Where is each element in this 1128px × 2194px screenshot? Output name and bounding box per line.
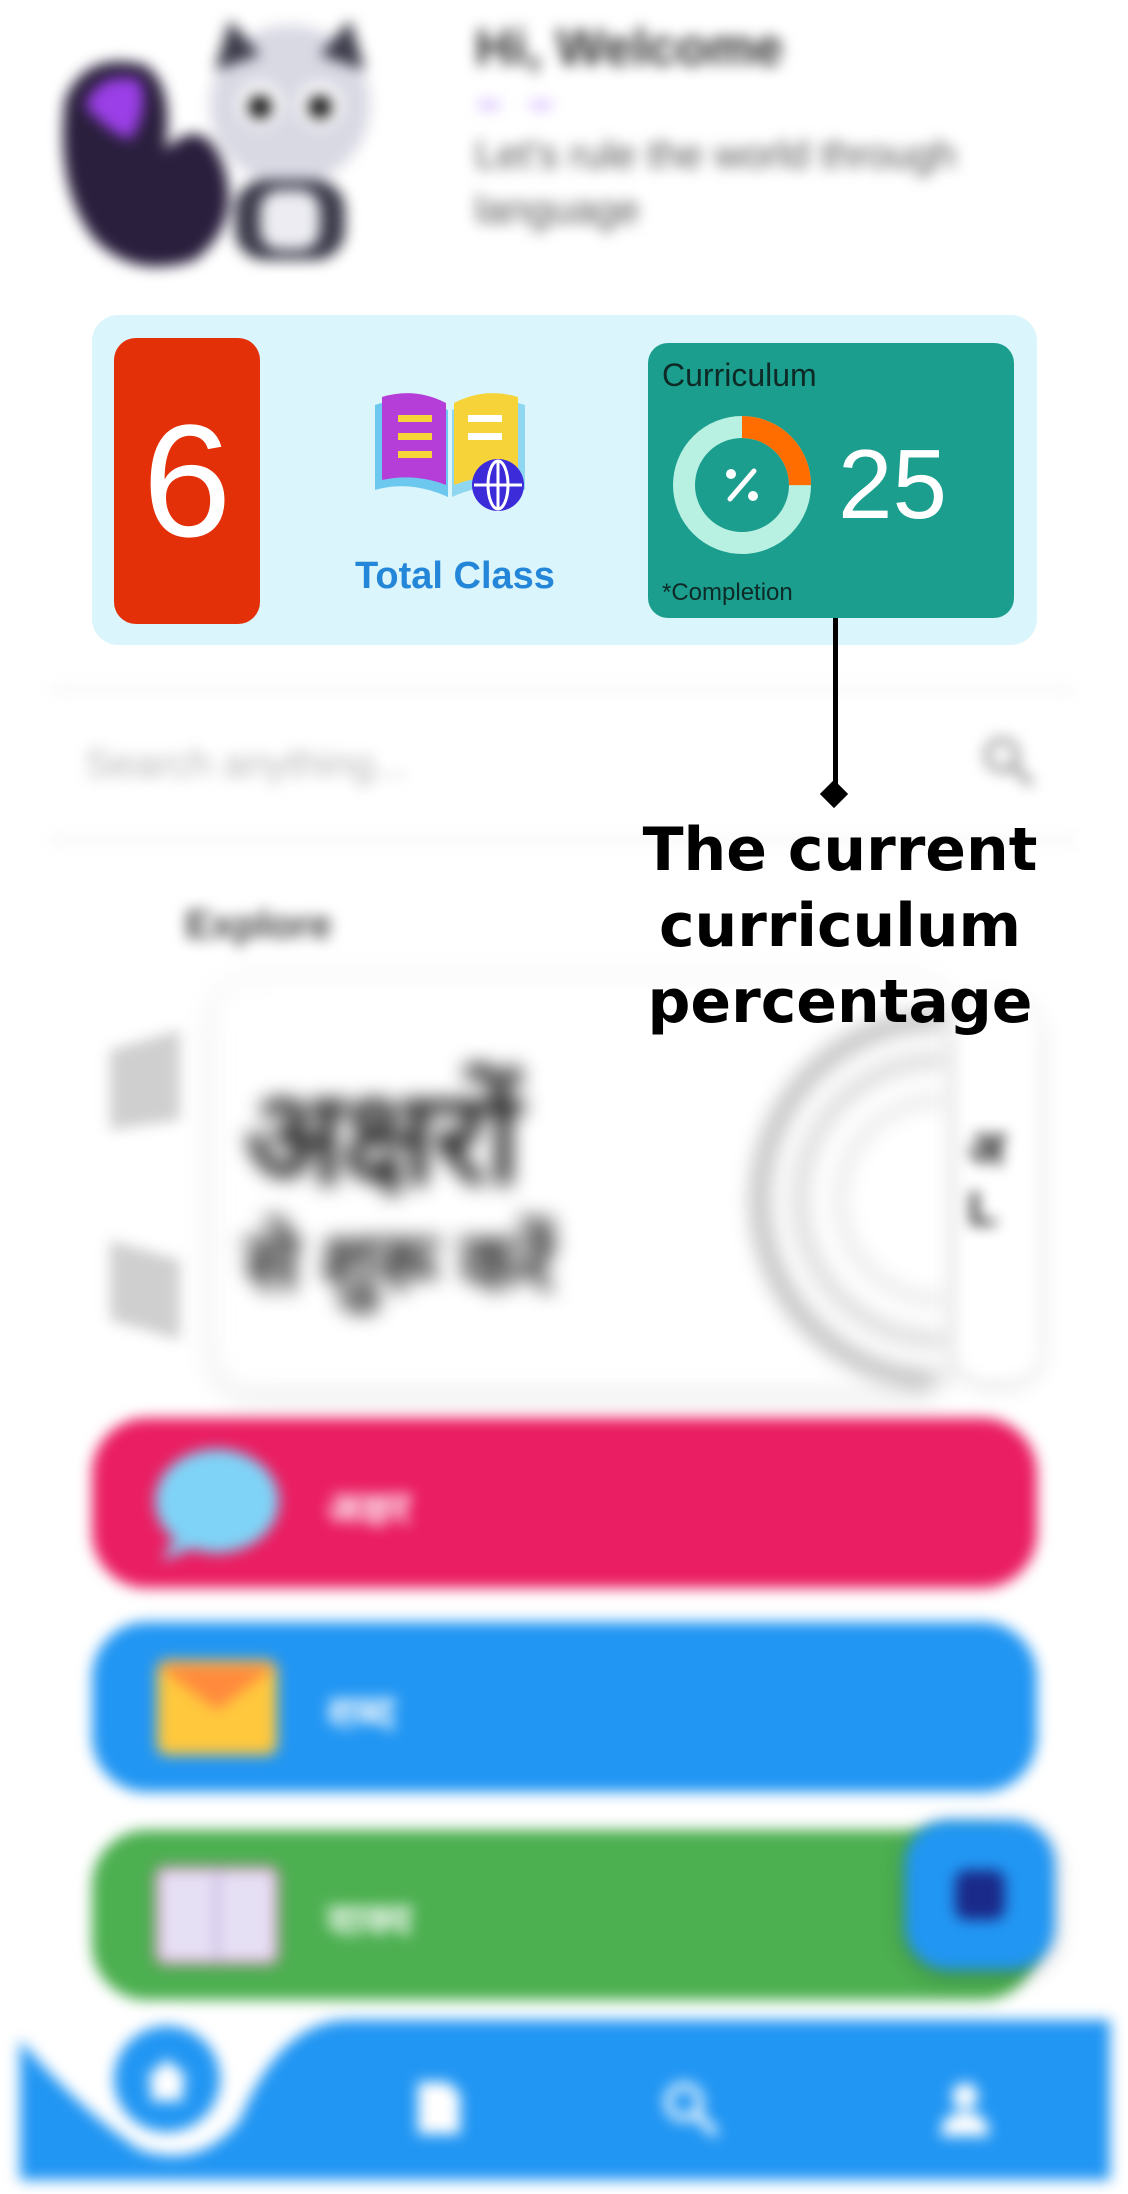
- category-button-letters[interactable]: अक्षर: [92, 1418, 1037, 1588]
- home-nav-button[interactable]: [102, 2014, 232, 2144]
- explore-card-subtitle: से शुरू करें: [245, 1218, 555, 1307]
- book-globe-icon: [370, 385, 530, 515]
- search-input[interactable]: Search anything...: [85, 742, 407, 787]
- envelope-icon: [152, 1650, 282, 1765]
- curriculum-completion-note: *Completion: [662, 579, 793, 606]
- fab-icon: [955, 1870, 1005, 1920]
- greeting-dots: [478, 95, 582, 113]
- callout-line: [833, 618, 838, 786]
- curriculum-card[interactable]: Curriculum 25 *Completion: [648, 343, 1014, 618]
- curriculum-title: Curriculum: [662, 357, 817, 393]
- explore-card-title: अक्षरों: [245, 1065, 520, 1211]
- document-icon[interactable]: [408, 2078, 468, 2138]
- class-count-tile[interactable]: 6: [114, 338, 260, 624]
- profile-icon[interactable]: [935, 2078, 995, 2138]
- carousel-next-text: अL: [968, 1123, 1005, 1236]
- curriculum-percentage-value: 25: [838, 429, 948, 539]
- total-class-label[interactable]: Total Class: [320, 555, 590, 598]
- open-book-icon: [152, 1858, 282, 1973]
- home-icon: [145, 2059, 189, 2101]
- floating-action-button[interactable]: [905, 1820, 1055, 1970]
- greeting-tagline: Let's rule the world through language: [475, 133, 957, 232]
- category-label-words: शब्द: [327, 1688, 395, 1737]
- explore-heading: Explore: [185, 903, 332, 947]
- mascot-image: [55, 10, 415, 280]
- search-icon[interactable]: [980, 733, 1036, 789]
- search-top-divider: [50, 688, 1075, 692]
- category-label-letters: अक्षर: [327, 1484, 411, 1533]
- category-button-sentences[interactable]: वाक्य: [92, 1830, 1037, 2000]
- letters-arc-graphic: [730, 1010, 950, 1390]
- explore-card[interactable]: अक्षरों से शुरू करें: [215, 980, 950, 1390]
- carousel-next-card[interactable]: अL: [958, 1000, 1038, 1380]
- bottom-navigation-bar: [20, 2000, 1110, 2180]
- curriculum-progress-ring: [668, 411, 816, 559]
- search-nav-icon[interactable]: [660, 2078, 720, 2138]
- chat-bubble-icon: [152, 1446, 282, 1561]
- callout-annotation: The current curriculum percentage: [642, 815, 1038, 1037]
- callout-pointer: [819, 779, 849, 809]
- carousel-prev-card[interactable]: [100, 1010, 185, 1350]
- category-button-words[interactable]: शब्द: [92, 1622, 1037, 1792]
- category-label-sentences: वाक्य: [327, 1896, 412, 1945]
- greeting-title: Hi, Welcome: [475, 19, 784, 77]
